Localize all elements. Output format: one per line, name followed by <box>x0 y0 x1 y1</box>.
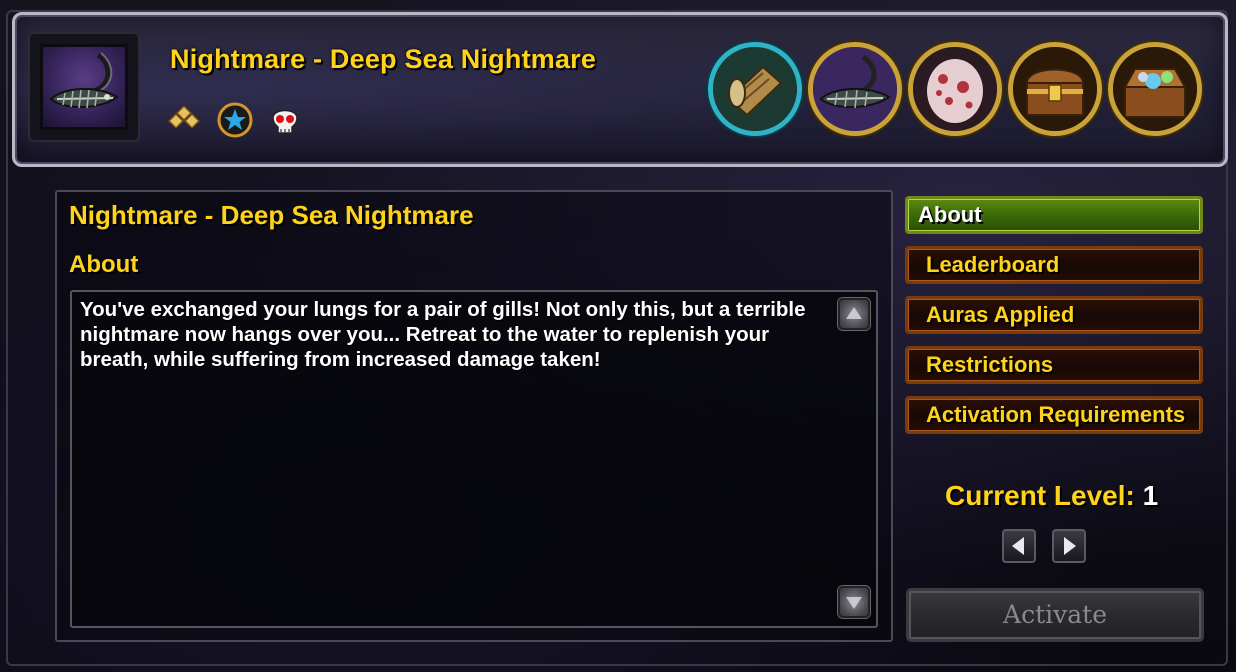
blue-star-icon <box>217 102 253 138</box>
tab-auras-applied[interactable]: Auras Applied <box>905 296 1203 334</box>
content-title: Nightmare - Deep Sea Nightmare <box>69 200 474 230</box>
current-level-label: Current Level: <box>945 480 1135 511</box>
tab-about[interactable]: About <box>905 196 1203 234</box>
tab-activation-requirements[interactable]: Activation Requirements <box>905 396 1203 434</box>
description-text: You've exchanged your lungs for a pair o… <box>80 298 806 371</box>
scroll-down-button[interactable] <box>838 586 870 618</box>
rank-diamonds-icon <box>165 102 201 138</box>
activate-button[interactable]: Activate <box>906 588 1204 642</box>
portrait-frame <box>28 32 140 142</box>
level-next-button[interactable] <box>1052 529 1086 563</box>
tab-leaderboard[interactable]: Leaderboard <box>905 246 1203 284</box>
game-window: Nightmare - Deep Sea Nightmare Nightmare… <box>0 0 1236 672</box>
scroll-map-icon[interactable] <box>708 42 802 136</box>
effect-title: Nightmare - Deep Sea Nightmare <box>170 44 597 74</box>
fish-skeleton-icon <box>40 44 128 130</box>
scroll-up-button[interactable] <box>838 298 870 330</box>
spotted-egg-icon[interactable] <box>908 42 1002 136</box>
level-prev-button[interactable] <box>1002 529 1036 563</box>
red-eyed-skull-icon <box>267 102 303 138</box>
treasure-chest-icon[interactable] <box>1008 42 1102 136</box>
section-heading: About <box>69 251 139 278</box>
fish-skeleton-icon[interactable] <box>808 42 902 136</box>
current-level-value: 1 <box>1142 480 1159 511</box>
current-level: Current Level: 1 <box>945 480 1158 512</box>
loot-chest-icon[interactable] <box>1108 42 1202 136</box>
tab-restrictions[interactable]: Restrictions <box>905 346 1203 384</box>
